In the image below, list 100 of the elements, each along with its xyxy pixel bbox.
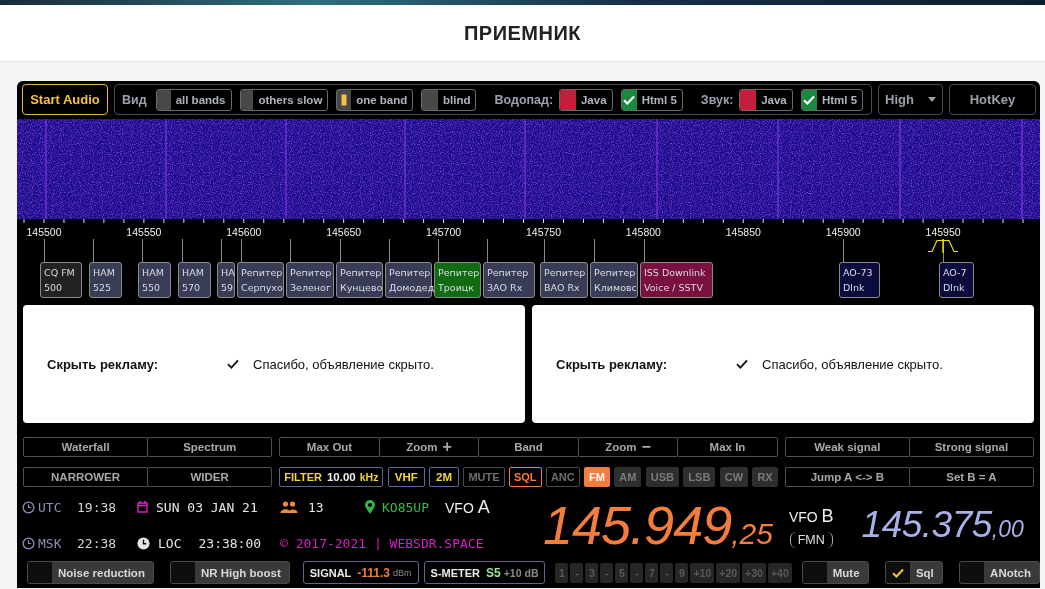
vfo-button[interactable]: Jump A <-> B [784, 467, 910, 487]
s-meter-scale-cell: - [630, 562, 644, 583]
checkbox[interactable] [740, 89, 757, 110]
toggle-button[interactable]: NR High boost [169, 561, 290, 584]
marker-tag[interactable]: Репитер Кунцево [336, 262, 383, 298]
hide-ad-label: Скрыть рекламу: [556, 356, 669, 372]
checkbox[interactable] [621, 89, 637, 110]
checkbox[interactable] [170, 562, 195, 583]
frequency-label: 145700 [426, 226, 462, 238]
ad-hidden-message: Спасибо, объявление скрыто. [762, 356, 943, 372]
display-button[interactable]: Waterfall [23, 437, 149, 457]
toggle-button[interactable]: ANotch [959, 561, 1040, 584]
view-toggle[interactable]: blind [421, 88, 477, 111]
signal-button[interactable]: Strong signal [908, 437, 1034, 457]
s-meter-readout: S-METER S5 +10 dB [423, 561, 546, 584]
marker-tag[interactable]: Репитер ВАО Rx [540, 262, 588, 298]
group-label: Звук: [700, 92, 734, 107]
s-meter-scale-cell: - [570, 562, 584, 583]
secondary-frequency-display: 145.375,00 [861, 506, 1024, 544]
toggle-button[interactable]: SQL [508, 467, 542, 487]
marker-tag[interactable]: ISS Downlink Voice / SSTV [640, 262, 713, 298]
marker-tag[interactable]: AO-73 Dlnk [839, 262, 880, 298]
zoom-control-button[interactable]: Max In [677, 437, 778, 457]
check-icon [803, 94, 816, 105]
marker-tag[interactable]: HAM 550 [138, 262, 171, 298]
marker-tag[interactable]: AO-7 Dlnk [939, 262, 974, 298]
clock-icon [22, 500, 35, 514]
users-icon [280, 501, 298, 513]
bandwidth-button[interactable]: NARROWER [23, 467, 149, 487]
range-preset-button[interactable]: VHF [387, 467, 425, 487]
checkbox[interactable] [560, 89, 576, 110]
checkbox[interactable] [885, 562, 910, 583]
marker-tag[interactable]: Репитер Климовс [590, 262, 638, 298]
marker-tag[interactable]: Репитер Серпухо [237, 262, 284, 298]
locator-text: KO85UP [382, 499, 429, 515]
check-icon [891, 567, 904, 578]
frequency-label: 145850 [725, 226, 761, 238]
checkbox[interactable] [156, 89, 171, 110]
marker-line [544, 239, 545, 262]
view-toggle[interactable]: one band [336, 88, 414, 111]
marker-tag[interactable]: Репитер Зеленог [286, 262, 334, 298]
bandwidth-button[interactable]: WIDER [147, 467, 273, 487]
engine-toggle[interactable]: Html 5 [620, 88, 683, 111]
frequency-label: 145500 [26, 226, 62, 238]
engine-toggle[interactable]: Html 5 [800, 88, 864, 111]
calendar-icon [137, 501, 148, 513]
frequency-label: 145650 [326, 226, 362, 238]
signal-button[interactable]: Weak signal [784, 437, 910, 457]
range-preset-button[interactable]: 2M [429, 467, 460, 487]
zoom-control-button[interactable]: Band [478, 437, 579, 457]
checkbox[interactable] [240, 89, 254, 110]
marker-tag[interactable]: HAM 525 [89, 262, 122, 298]
checkbox[interactable] [422, 89, 438, 110]
marker-tag[interactable]: HA 59 [217, 262, 235, 298]
zoom-control-button[interactable]: Max Out [279, 437, 380, 457]
checkbox[interactable] [960, 562, 985, 583]
marker-tag[interactable]: HAM 570 [178, 262, 211, 298]
quality-dropdown[interactable]: High [878, 84, 943, 115]
checkbox[interactable] [801, 89, 817, 110]
check-icon [623, 94, 636, 105]
frequency-display: 145.949,25 [543, 498, 773, 552]
marker-tag[interactable]: Репитер ЗАО Rx [483, 262, 536, 298]
date-text: SUN 03 JAN 21 [156, 499, 258, 515]
location-pin-icon [365, 500, 375, 514]
caret-icon [927, 97, 936, 102]
hotkey-button[interactable]: HotKey [949, 84, 1036, 115]
toggle-button[interactable]: Sql [884, 561, 943, 584]
view-toggle[interactable]: all bands [155, 88, 232, 111]
frequency-label: 145950 [925, 226, 961, 238]
mode-badge: FMN [789, 532, 833, 548]
toggle-button[interactable]: Noise reduction [27, 561, 154, 584]
zoom-control-button[interactable]: Zoom − [577, 437, 679, 457]
group-label: Водопад: [494, 92, 554, 107]
marker-line [182, 239, 183, 262]
checkbox[interactable] [802, 562, 827, 583]
checkbox[interactable] [337, 89, 352, 110]
zoom-control-button[interactable]: Zoom + [378, 437, 480, 457]
copyright-text: © 2017-2021 | WEBSDR.SPACE [280, 535, 484, 551]
marker-tag[interactable]: Репитер Троицк [434, 262, 481, 298]
vfo-button[interactable]: Set B = A [908, 467, 1034, 487]
marker-line [241, 239, 242, 262]
checkbox[interactable] [28, 562, 52, 583]
hide-ad-label: Скрыть рекламу: [47, 356, 160, 372]
vfo-a-label: VFO A [445, 496, 490, 518]
toggle-button[interactable]: ANC [545, 467, 580, 487]
marker-tag[interactable]: Репитер Домодед [385, 262, 432, 298]
view-toggle[interactable]: others slow [239, 88, 329, 111]
frequency-label: 145800 [625, 226, 661, 238]
filter-readout[interactable]: FILTER 10.00 kHz [279, 467, 384, 487]
engine-toggle[interactable]: Java [559, 88, 613, 111]
frequency-label: 145550 [126, 226, 162, 238]
toggle-button[interactable]: MUTE [463, 467, 505, 487]
user-count: 13 [308, 499, 324, 515]
engine-toggle[interactable]: Java [739, 88, 793, 111]
start-audio-button[interactable]: Start Audio [22, 84, 108, 115]
marker-tag[interactable]: CQ FM 500 [40, 262, 82, 298]
toggle-button[interactable]: Mute [801, 561, 869, 584]
marker-line [93, 239, 94, 262]
group-label: Вид [122, 92, 147, 107]
display-button[interactable]: Spectrum [147, 437, 273, 457]
